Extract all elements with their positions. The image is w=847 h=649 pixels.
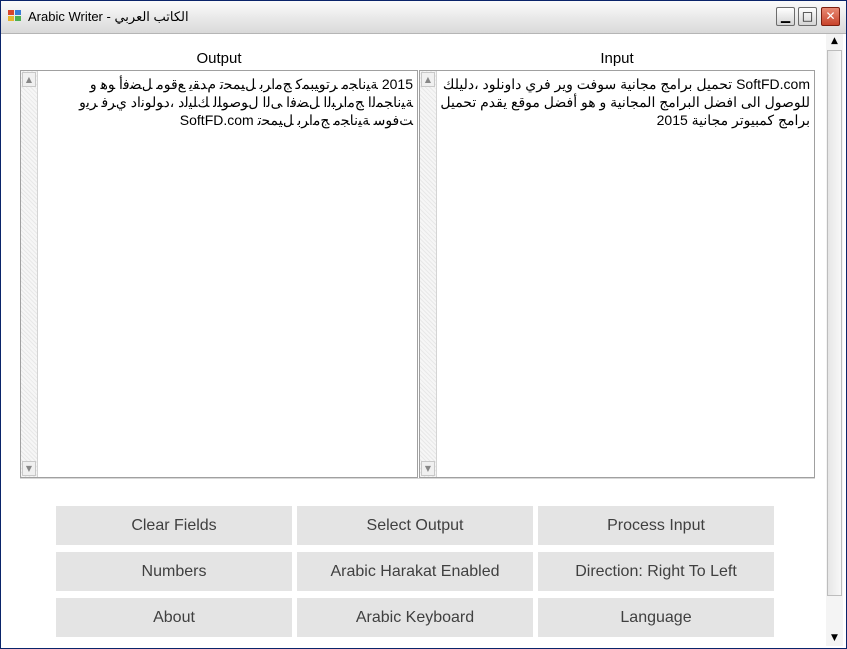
maximize-icon: □ xyxy=(801,9,814,23)
direction-button[interactable]: Direction: Right To Left xyxy=(538,552,774,591)
arabic-keyboard-button[interactable]: Arabic Keyboard xyxy=(297,598,533,637)
output-text[interactable]: 2015 ﺔﻴﻧﺎﺠﻣ ﺮﺗﻮﻴﺒﻤﻛ ﺞﻣاﺮﺑ ﻞﻴﻤﺤﺗ مﺪﻘﻳ ﻊﻗﻮ… xyxy=(41,75,413,129)
select-output-button[interactable]: Select Output xyxy=(297,506,533,545)
output-scrollbar[interactable]: ▲ ▼ xyxy=(21,71,38,477)
app-icon xyxy=(8,10,22,22)
window-scrollbar[interactable]: ▲ ▼ xyxy=(826,34,843,646)
process-input-button[interactable]: Process Input xyxy=(538,506,774,545)
input-text[interactable]: SoftFD.com تحميل برامج مجانية سوفت وير ف… xyxy=(440,75,810,129)
divider xyxy=(20,478,815,479)
scroll-up-icon[interactable]: ▲ xyxy=(22,72,36,87)
window-title: Arabic Writer - الكاتب العربي xyxy=(28,9,189,24)
numbers-button[interactable]: Numbers xyxy=(56,552,292,591)
scroll-up-icon[interactable]: ▲ xyxy=(827,34,842,49)
about-button[interactable]: About xyxy=(56,598,292,637)
input-scrollbar[interactable]: ▲ ▼ xyxy=(420,71,437,477)
scrollbar-thumb[interactable] xyxy=(827,50,842,596)
language-button[interactable]: Language xyxy=(538,598,774,637)
input-textbox[interactable]: ▲ ▼ SoftFD.com تحميل برامج مجانية سوفت و… xyxy=(419,70,815,478)
maximize-button[interactable]: □ xyxy=(798,7,817,26)
scroll-down-icon[interactable]: ▼ xyxy=(421,461,435,476)
minimize-icon: ▁ xyxy=(780,9,791,23)
close-button[interactable]: ✕ xyxy=(821,7,840,26)
input-label: Input xyxy=(600,50,634,67)
arabic-harakat-button[interactable]: Arabic Harakat Enabled xyxy=(297,552,533,591)
output-label: Output xyxy=(196,50,242,67)
output-textbox[interactable]: ▲ ▼ 2015 ﺔﻴﻧﺎﺠﻣ ﺮﺗﻮﻴﺒﻤﻛ ﺞﻣاﺮﺑ ﻞﻴﻤﺤﺗ مﺪﻘﻳ… xyxy=(20,70,418,478)
title-bar[interactable]: Arabic Writer - الكاتب العربي ▁ □ ✕ xyxy=(1,1,846,34)
scroll-down-icon[interactable]: ▼ xyxy=(827,631,842,646)
scroll-up-icon[interactable]: ▲ xyxy=(421,72,435,87)
client-area: Output Input ▲ ▼ 2015 ﺔﻴﻧﺎﺠﻣ ﺮﺗﻮﻴﺒﻤﻛ ﺞﻣا… xyxy=(1,34,846,648)
app-window: Arabic Writer - الكاتب العربي ▁ □ ✕ Outp… xyxy=(0,0,847,649)
clear-fields-button[interactable]: Clear Fields xyxy=(56,506,292,545)
scroll-down-icon[interactable]: ▼ xyxy=(22,461,36,476)
close-icon: ✕ xyxy=(825,9,836,23)
minimize-button[interactable]: ▁ xyxy=(776,7,795,26)
